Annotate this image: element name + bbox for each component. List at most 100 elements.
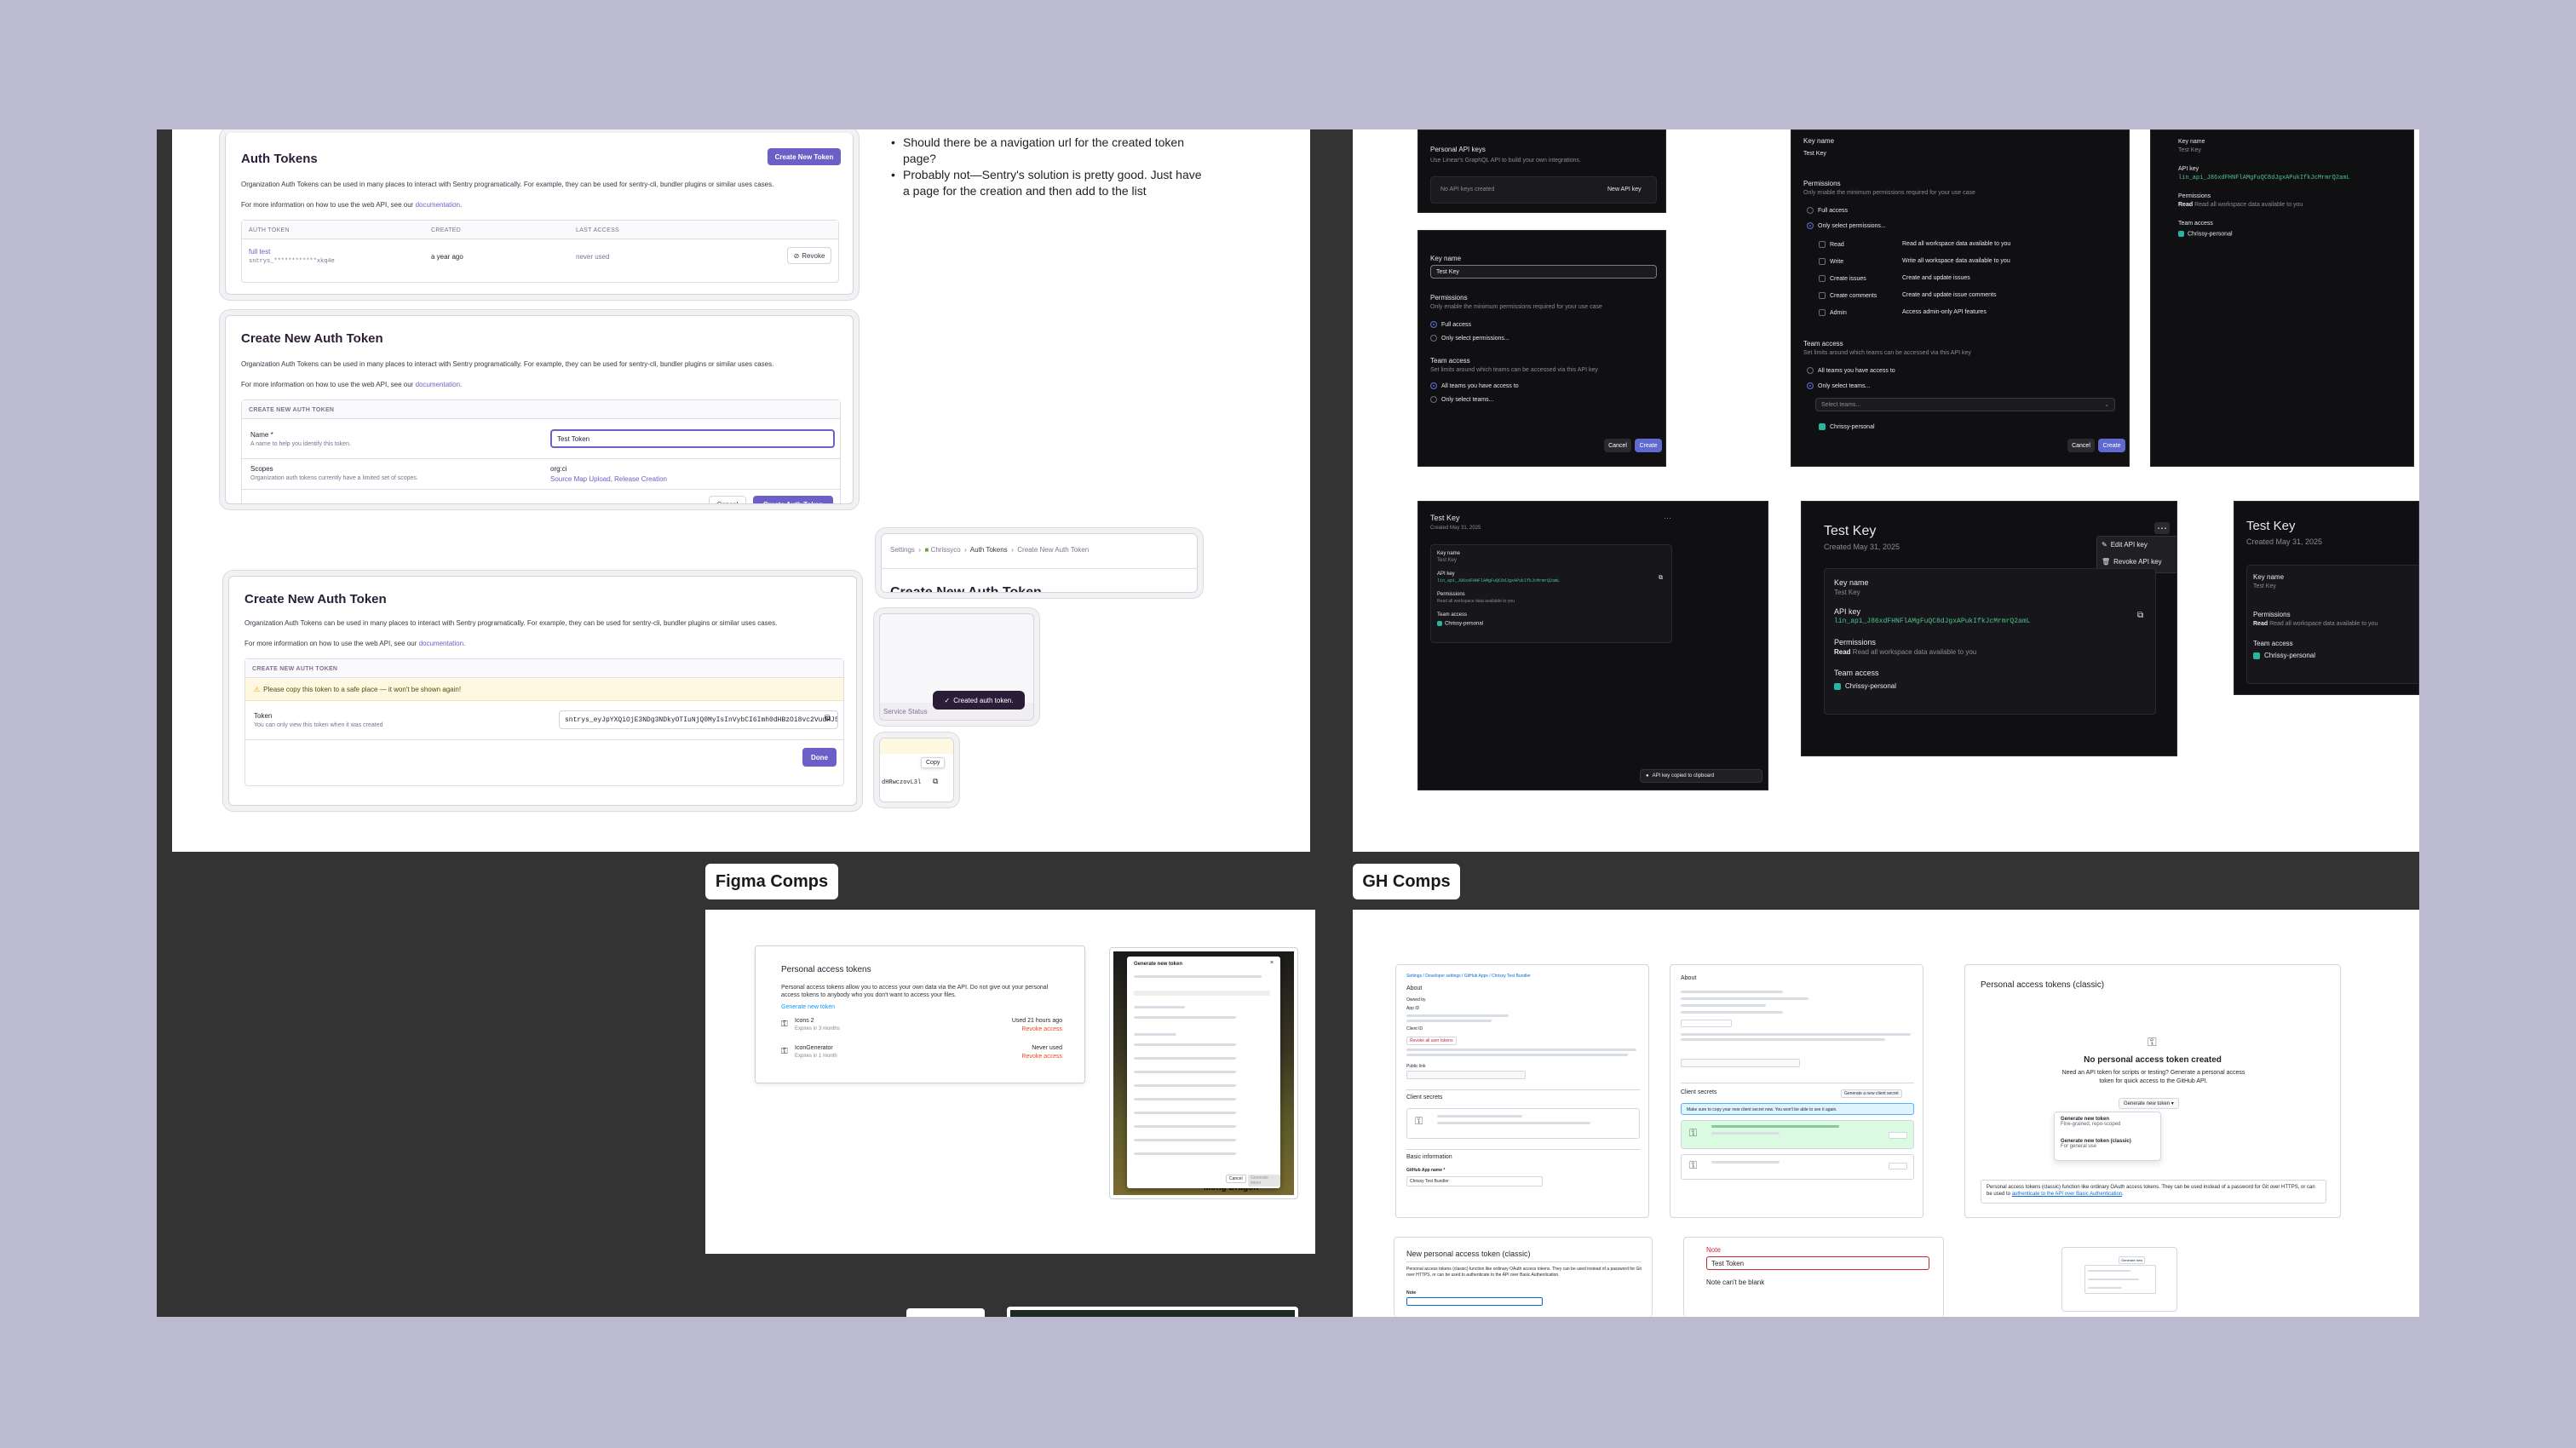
token-name: IconGenerator	[795, 1045, 833, 1051]
placeholder-line	[1134, 1112, 1236, 1114]
generate-dropdown-button[interactable]: Generate new token ▾	[2119, 1098, 2179, 1109]
placeholder-line	[1134, 1006, 1185, 1008]
token-field[interactable]: sntrys_eyJpYXQiOjE3NDg3NDkyOTIuNjQ0MyIsI…	[559, 710, 838, 729]
perm-row[interactable]: Read	[1819, 241, 1844, 248]
radio-full-access[interactable]: Full access	[1430, 321, 1471, 328]
name-help: A name to help you identify this token.	[250, 441, 351, 447]
permissions-title: Permissions	[1430, 294, 1468, 302]
copy-icon[interactable]: ⧉	[825, 714, 831, 723]
form-title: Create New Auth Token	[244, 592, 387, 606]
token-masked: sntrys_************xkq4e	[249, 258, 335, 265]
key-name-input[interactable]: Test Key	[1430, 265, 1657, 279]
perm-desc: Create and update issue comments	[1902, 292, 1997, 298]
delete-button[interactable]	[1889, 1163, 1907, 1169]
generate-token-button[interactable]: Generate token	[1248, 1175, 1280, 1187]
revoke-link[interactable]: Revoke access	[1022, 1026, 1062, 1032]
documentation-link[interactable]: documentation	[419, 640, 463, 647]
menu-option-fine-grained[interactable]: Generate new token Fine-grained, repo-sco…	[2061, 1117, 2120, 1127]
radio-only-select[interactable]: Only select permissions...	[1807, 222, 1886, 229]
team-value: Chrissy-personal	[2178, 231, 2233, 237]
note-input[interactable]	[1406, 1297, 1543, 1306]
revoke-all-button[interactable]	[1681, 1020, 1732, 1027]
radio-off-icon	[1807, 207, 1814, 214]
basic-info-heading: Basic information	[1406, 1154, 1452, 1160]
cancel-button[interactable]: Cancel	[1604, 439, 1631, 452]
new-api-key-button[interactable]: New API key	[1607, 187, 1642, 192]
auth-desc-2: For more information on how to use the w…	[241, 201, 463, 209]
perm-row[interactable]: Create issues	[1819, 275, 1866, 282]
more-icon[interactable]: ⋯	[1664, 514, 1671, 523]
key-name-value: Test Key	[1834, 589, 1860, 596]
generate-token-link[interactable]: Generate new token	[781, 1004, 835, 1010]
partial-title: Create New Auth Token	[890, 585, 1042, 593]
radio-all-teams[interactable]: All teams you have access to	[1430, 382, 1519, 389]
detail-title: Test Key	[2246, 519, 2296, 533]
create-new-token-button[interactable]: Create New Token	[768, 148, 841, 165]
menu-revoke[interactable]: 🗑 Revoke API key	[2102, 558, 2162, 566]
token-name-link[interactable]: full test	[249, 248, 270, 256]
revoke-all-button[interactable]: Revoke all user tokens	[1406, 1037, 1457, 1045]
radio-only-teams[interactable]: Only select teams...	[1430, 396, 1493, 403]
revoke-link[interactable]: Revoke access	[1022, 1054, 1062, 1060]
generate-secret-button[interactable]: Generate a new client secret	[1841, 1089, 1902, 1098]
perm-row[interactable]: Admin	[1819, 309, 1847, 316]
placeholder-line	[1437, 1115, 1522, 1118]
name-input[interactable]: Test Token	[550, 429, 835, 448]
empty-title: No personal access token created	[2084, 1055, 2222, 1065]
radio-only-teams[interactable]: Only select teams...	[1807, 382, 1870, 389]
app-name-label: GitHub App name *	[1406, 1168, 1446, 1173]
app-name-input[interactable]: Chrissy Test Bundler	[1406, 1176, 1543, 1187]
done-button[interactable]: Done	[802, 748, 837, 767]
team-value: Chrissy-personal	[1834, 682, 1896, 690]
radio-only-select[interactable]: Only select permissions...	[1430, 335, 1509, 342]
menu-option-classic[interactable]: Generate new token (classic) For general …	[2061, 1139, 2131, 1149]
create-button[interactable]: Create	[1635, 439, 1662, 452]
created-token-card: Create New Auth Token Organization Auth …	[228, 576, 857, 806]
perm-row[interactable]: Write	[1819, 258, 1843, 265]
placeholder-line	[1711, 1161, 1780, 1164]
gh-comps-label[interactable]: GH Comps	[1353, 864, 1460, 899]
gh-classic-tokens: Personal access tokens (classic) ⚿ No pe…	[1964, 964, 2341, 1218]
divider	[1406, 1261, 1642, 1262]
cancel-button[interactable]: Cancel	[1226, 1175, 1246, 1183]
cancel-button[interactable]: Cancel	[709, 496, 746, 503]
copy-icon[interactable]: ⧉	[2137, 611, 2143, 620]
create-auth-token-button[interactable]: Create Auth Token	[753, 496, 833, 503]
breadcrumb-auth-tokens[interactable]: Auth Tokens	[970, 546, 1008, 554]
close-icon[interactable]: ×	[1270, 960, 1274, 966]
radio-full-access[interactable]: Full access	[1807, 207, 1848, 214]
note-input[interactable]: Test Token	[1706, 1256, 1929, 1270]
generate-dropdown-label: Generate new	[2119, 1256, 2146, 1264]
permissions-value: Read all workspace data available to you	[1437, 599, 1515, 604]
public-link-field[interactable]	[1406, 1071, 1526, 1079]
breadcrumb-settings[interactable]: Settings	[890, 546, 915, 554]
checkbox-icon	[1819, 309, 1826, 316]
documentation-link[interactable]: documentation	[416, 381, 460, 388]
menu-edit[interactable]: ✎ Edit API key	[2102, 541, 2148, 549]
perm-row[interactable]: Create comments	[1819, 292, 1877, 299]
breadcrumb-org[interactable]: Chrissyco	[931, 546, 961, 554]
more-icon[interactable]: ⋯	[2154, 522, 2170, 534]
new-token-desc: Personal access tokens (classic) functio…	[1406, 1267, 1642, 1278]
delete-button[interactable]	[1889, 1132, 1907, 1139]
basic-auth-link[interactable]: authenticate to the API over Basic Authe…	[2012, 1192, 2122, 1197]
team-select[interactable]: Select teams... ⌄	[1815, 398, 2115, 411]
name-label: Name *	[250, 431, 273, 439]
public-link-field[interactable]	[1681, 1059, 1800, 1067]
placeholder-line	[1406, 1054, 1628, 1056]
radio-all-teams[interactable]: All teams you have access to	[1807, 367, 1895, 374]
token-last-access: never used	[576, 253, 610, 261]
form-title: Create New Auth Token	[241, 331, 383, 346]
partial-card	[906, 1308, 985, 1317]
checkbox-icon	[1819, 275, 1826, 282]
revoke-button[interactable]: ⊘ Revoke	[787, 247, 831, 264]
figma-comps-label[interactable]: Figma Comps	[705, 864, 838, 899]
detail-title: Test Key	[1430, 514, 1460, 522]
create-button[interactable]: Create	[2098, 439, 2125, 452]
cancel-button[interactable]: Cancel	[2067, 439, 2095, 452]
copy-icon[interactable]: ⧉	[1659, 575, 1663, 582]
documentation-link[interactable]: documentation	[416, 201, 460, 209]
pat-desc: Personal access tokens allow you to acce…	[781, 985, 1049, 998]
copy-icon[interactable]: ⧉	[933, 777, 938, 786]
service-status-link[interactable]: Service Status	[883, 708, 928, 715]
